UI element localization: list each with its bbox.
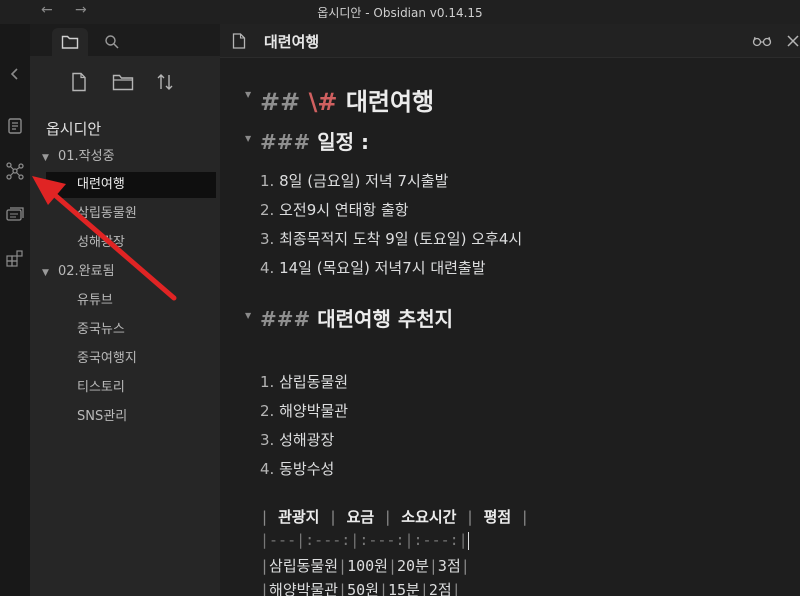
file-item-square[interactable]: 성해광장 [46, 230, 216, 256]
fold-toggle-icon[interactable]: ▼ [245, 90, 251, 99]
plugins-icon[interactable] [5, 248, 25, 268]
list-item[interactable]: 2. 해양박물관 [260, 400, 348, 421]
tab-file-explorer[interactable] [52, 28, 88, 56]
new-folder-button[interactable] [111, 70, 135, 94]
table-header-cell: 평점 [483, 508, 512, 526]
folder-label: 01.작성중 [58, 149, 115, 164]
file-item-zoo[interactable]: 삼립동물원 [46, 201, 216, 227]
table-separator-row[interactable]: |---|:---:|:---:|:---:| [260, 531, 469, 550]
list-item[interactable]: 2. 오전9시 연태항 출항 [260, 199, 409, 220]
folder-02-done[interactable]: ▼ 02.완료됨 [42, 259, 115, 285]
heading-recommend[interactable]: ### 대련여행 추천지 [260, 303, 453, 332]
close-icon[interactable] [786, 33, 800, 49]
quick-switcher-icon[interactable] [5, 116, 25, 136]
file-item-china-news[interactable]: 중국뉴스 [46, 317, 216, 343]
table-row[interactable]: |해양박물관|50원|15분|2점| [260, 579, 461, 596]
heading-text: 일정 : [317, 130, 370, 154]
folder-01-writing[interactable]: ▼ 01.작성중 [42, 144, 115, 170]
file-item-dalian-trip[interactable]: 대련여행 [46, 172, 216, 198]
sort-button[interactable] [153, 70, 177, 94]
list-item[interactable]: 1. 삼립동물원 [260, 371, 348, 392]
table-header-cell: 관광지 [278, 508, 320, 526]
text-cursor [467, 531, 469, 550]
editor-pane: 대련여행 ▼ ## \# 대련여행 ▼ ### 일정 : 1. 8일 (금요일)… [220, 24, 800, 596]
fold-toggle-icon[interactable]: ▼ [245, 134, 251, 143]
file-explorer-sidebar: 옵시디안 ▼ 01.작성중 대련여행 삼립동물원 성해광장 ▼ 02.완료됨 유튜브… [30, 24, 220, 596]
graph-view-icon[interactable] [5, 161, 25, 181]
left-ribbon [0, 24, 30, 596]
folder-label: 02.완료됨 [58, 264, 115, 279]
collapse-sidebar-icon[interactable] [5, 64, 25, 84]
editor-header: 대련여행 [220, 24, 800, 58]
table-header-cell: 요금 [346, 508, 375, 526]
heading-schedule[interactable]: ### 일정 : [260, 126, 369, 155]
reading-view-icon[interactable] [752, 33, 772, 49]
table-header-cell: 소요시간 [401, 508, 457, 526]
heading-markup: ## [260, 88, 301, 116]
document-icon [232, 33, 246, 49]
list-item[interactable]: 4. 14일 (목요일) 저녁7시 대련출발 [260, 257, 486, 278]
escape-markup: \# [308, 88, 338, 116]
list-item[interactable]: 1. 8일 (금요일) 저녁 7시출발 [260, 170, 448, 191]
title-bar: ← → 옵시디안 - Obsidian v0.14.15 [0, 0, 800, 24]
file-item-youtube[interactable]: 유튜브 [46, 288, 216, 314]
window-title: 옵시디안 - Obsidian v0.14.15 [317, 6, 483, 20]
table-header-row[interactable]: | 관광지 | 요금 | 소요시간 | 평점 | [260, 506, 529, 527]
chevron-down-icon: ▼ [42, 268, 49, 278]
tab-search[interactable] [94, 28, 130, 56]
heading-markup: ### [260, 130, 311, 154]
table-separator: |---|:---:|:---:|:---:| [260, 531, 468, 549]
open-today-note-icon[interactable] [5, 204, 25, 224]
list-item[interactable]: 3. 성해광장 [260, 429, 334, 450]
sidebar-tab-header [30, 24, 220, 56]
vault-name[interactable]: 옵시디안 [46, 118, 101, 139]
fold-toggle-icon[interactable]: ▼ [245, 311, 251, 320]
chevron-down-icon: ▼ [42, 153, 49, 163]
heading-markup: ### [260, 307, 311, 331]
heading-text: 대련여행 추천지 [317, 307, 454, 331]
heading-text: 대련여행 [345, 88, 435, 116]
file-item-china-travel[interactable]: 중국여행지 [46, 346, 216, 372]
file-item-tistory[interactable]: 티스토리 [46, 375, 216, 401]
file-item-sns[interactable]: SNS관리 [46, 404, 216, 430]
table-row[interactable]: |삼립동물원|100원|20분|3점| [260, 555, 470, 576]
list-item[interactable]: 3. 최종목적지 도착 9일 (토요일) 오후4시 [260, 228, 522, 249]
heading-level-2[interactable]: ## \# 대련여행 [260, 82, 434, 117]
document-title[interactable]: 대련여행 [264, 31, 319, 52]
new-note-button[interactable] [67, 70, 91, 94]
list-item[interactable]: 4. 동방수성 [260, 458, 334, 479]
